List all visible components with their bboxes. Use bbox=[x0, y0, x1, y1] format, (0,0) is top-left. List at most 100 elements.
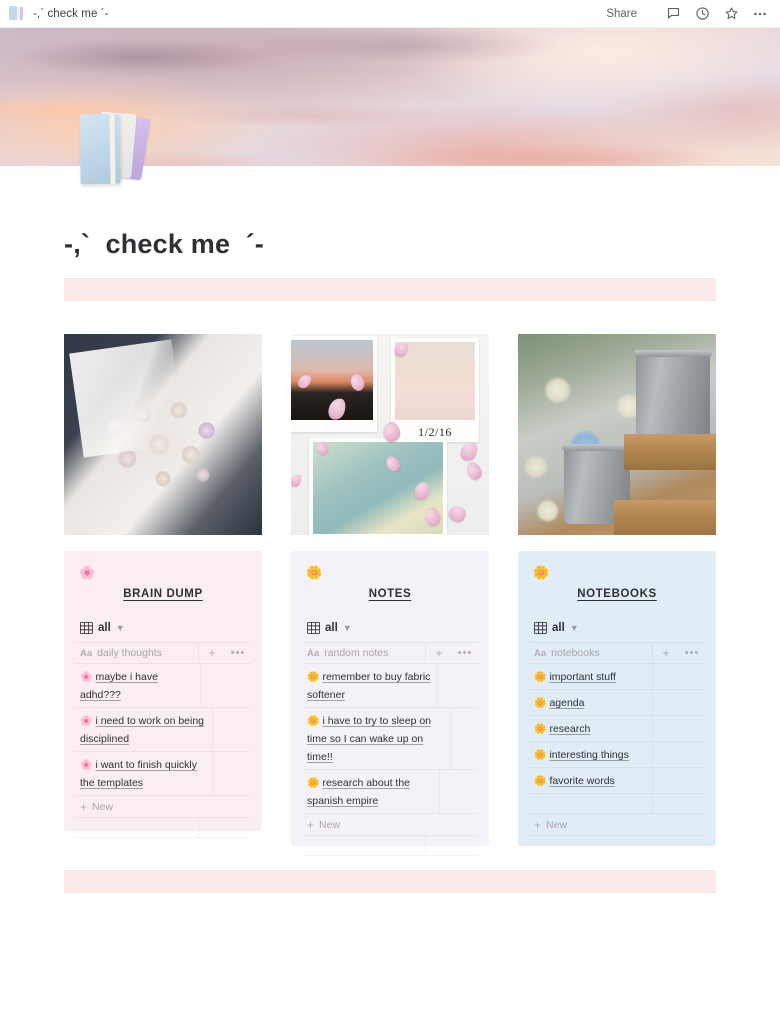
table-row[interactable]: 🌸 maybe i have adhd??? bbox=[75, 664, 251, 708]
row-flower-icon: 🌼 bbox=[534, 724, 547, 735]
table-row[interactable]: 🌼 important stuff bbox=[529, 664, 705, 690]
row-flower-icon: 🌼 bbox=[307, 778, 320, 789]
row-title-cell[interactable]: 🌸 maybe i have adhd??? bbox=[75, 664, 202, 707]
row-title-cell[interactable]: 🌼 agenda bbox=[529, 690, 653, 715]
row-empty-cell bbox=[653, 716, 705, 741]
card-flower-icon: 🌸 bbox=[79, 565, 96, 580]
cover-cloud-band-top bbox=[0, 32, 780, 78]
row-flower-icon: 🌼 bbox=[307, 716, 320, 727]
database-card-notebooks: 🌼 NOTEBOOKS all ▼ Aa notebooks + ••• 🌼 i… bbox=[518, 551, 716, 846]
add-column-button[interactable]: + bbox=[426, 646, 452, 660]
row-title-cell[interactable]: 🌼 research about the spanish empire bbox=[302, 770, 441, 813]
tab-favicon-notebooks-icon bbox=[9, 6, 24, 21]
new-row-label: New bbox=[319, 818, 341, 831]
column-header-cell[interactable]: Aa random notes bbox=[302, 643, 426, 663]
page-content-column: -,` check me ´- 1/2/16 🌸 BRAIN DUMP all … bbox=[64, 166, 716, 988]
column-header-cell[interactable]: Aa daily thoughts bbox=[75, 643, 199, 663]
column-header-cell[interactable]: Aa notebooks bbox=[529, 643, 653, 663]
table-row[interactable]: 🌼 research about the spanish empire bbox=[302, 770, 478, 814]
add-column-button[interactable]: + bbox=[199, 646, 225, 660]
title-property-icon: Aa bbox=[307, 647, 320, 659]
row-title-cell[interactable]: 🌼 favorite words bbox=[529, 768, 653, 793]
table-row[interactable]: 🌼 i have to try to sleep on time so I can… bbox=[302, 708, 478, 770]
row-title-cell[interactable]: 🌼 i have to try to sleep on time so I can… bbox=[302, 708, 452, 769]
plus-icon: + bbox=[534, 817, 542, 832]
row-empty-cell bbox=[201, 664, 251, 707]
column-header-label: daily thoughts bbox=[97, 647, 162, 659]
table-grid-icon bbox=[307, 622, 320, 634]
card-flower-icon: 🌼 bbox=[533, 565, 550, 580]
table-row[interactable]: 🌸 i need to work on being disciplined bbox=[75, 708, 251, 752]
star-icon[interactable] bbox=[721, 4, 741, 24]
row-empty-cell bbox=[653, 664, 705, 689]
row-title-cell[interactable]: 🌼 interesting things bbox=[529, 742, 653, 767]
pink-callout-block-bottom[interactable] bbox=[64, 871, 716, 892]
table-grid-icon bbox=[534, 622, 547, 634]
row-flower-icon: 🌸 bbox=[80, 716, 93, 727]
pink-callout-block-top[interactable] bbox=[64, 279, 716, 300]
column-header-label: notebooks bbox=[551, 647, 600, 659]
row-text: research about the spanish empire bbox=[307, 777, 411, 807]
card-title-brain-dump[interactable]: BRAIN DUMP bbox=[75, 588, 251, 600]
metal-bucket-top bbox=[634, 350, 712, 438]
view-name: all bbox=[98, 622, 111, 634]
comment-icon[interactable] bbox=[663, 4, 683, 24]
page-bottom-empty-space bbox=[64, 893, 716, 988]
row-text: remember to buy fabric softener bbox=[307, 671, 431, 701]
view-name: all bbox=[552, 622, 565, 634]
row-title-cell[interactable]: 🌼 research bbox=[529, 716, 653, 741]
title-property-icon: Aa bbox=[534, 647, 547, 659]
row-empty-cell bbox=[438, 664, 478, 707]
history-clock-icon[interactable] bbox=[692, 4, 712, 24]
add-column-button[interactable]: + bbox=[653, 646, 679, 660]
database-view-selector[interactable]: all ▼ bbox=[529, 622, 705, 634]
row-empty-cell bbox=[213, 708, 251, 751]
row-title-cell[interactable]: 🌸 i need to work on being disciplined bbox=[75, 708, 214, 751]
share-button[interactable]: Share bbox=[606, 8, 637, 20]
page-icon-notebooks-icon[interactable] bbox=[76, 111, 162, 192]
database-view-selector[interactable]: all ▼ bbox=[302, 622, 478, 634]
table-row[interactable]: 🌸 i want to finish quickly the templates bbox=[75, 752, 251, 796]
card-title-notes[interactable]: NOTES bbox=[302, 588, 478, 600]
title-property-icon: Aa bbox=[80, 647, 93, 659]
database-header-row: Aa random notes + ••• bbox=[302, 642, 478, 664]
gallery-image-polaroid-photos-with-petals[interactable]: 1/2/16 bbox=[291, 334, 489, 535]
table-row[interactable]: 🌼 research bbox=[529, 716, 705, 742]
column-more-options-icon[interactable]: ••• bbox=[679, 647, 705, 659]
database-cards-row: 🌸 BRAIN DUMP all ▼ Aa daily thoughts + •… bbox=[64, 551, 716, 856]
table-row[interactable]: 🌼 remember to buy fabric softener bbox=[302, 664, 478, 708]
gallery-image-bouquet-of-pastel-roses-in-car[interactable] bbox=[64, 334, 262, 535]
row-text: interesting things bbox=[549, 749, 629, 761]
database-view-selector[interactable]: all ▼ bbox=[75, 622, 251, 634]
table-row[interactable]: 🌼 interesting things bbox=[529, 742, 705, 768]
new-row-button[interactable]: + New bbox=[302, 814, 478, 836]
row-title-cell[interactable]: 🌸 i want to finish quickly the templates bbox=[75, 752, 215, 795]
tab-title[interactable]: -,` check me ´- bbox=[33, 8, 109, 20]
row-text: i want to finish quickly the templates bbox=[80, 759, 197, 789]
database-header-row: Aa notebooks + ••• bbox=[529, 642, 705, 664]
more-options-icon[interactable] bbox=[750, 4, 770, 24]
page-body: -,` check me ´- 1/2/16 🌸 BRAIN DUMP all … bbox=[0, 166, 780, 988]
row-empty-cell bbox=[451, 708, 478, 769]
table-row[interactable]: 🌼 agenda bbox=[529, 690, 705, 716]
gallery-image-hydrangeas-in-metal-buckets[interactable] bbox=[518, 334, 716, 535]
new-row-button[interactable]: + New bbox=[75, 796, 251, 818]
card-title-notebooks[interactable]: NOTEBOOKS bbox=[529, 588, 705, 600]
image-gallery-row: 1/2/16 bbox=[64, 334, 716, 535]
column-header-label: random notes bbox=[324, 647, 389, 659]
row-title-cell[interactable]: 🌼 important stuff bbox=[529, 664, 653, 689]
row-title-cell[interactable]: 🌼 remember to buy fabric softener bbox=[302, 664, 439, 707]
row-empty-cell bbox=[214, 752, 251, 795]
chevron-down-icon: ▼ bbox=[569, 622, 579, 633]
row-text: favorite words bbox=[549, 775, 615, 787]
row-text: agenda bbox=[549, 697, 585, 709]
table-row[interactable]: 🌼 favorite words bbox=[529, 768, 705, 794]
new-row-button[interactable]: + New bbox=[529, 814, 705, 836]
row-text: important stuff bbox=[549, 671, 616, 683]
new-row-label: New bbox=[92, 800, 114, 813]
column-more-options-icon[interactable]: ••• bbox=[452, 647, 478, 659]
column-more-options-icon[interactable]: ••• bbox=[225, 647, 251, 659]
wooden-crate-lower bbox=[614, 500, 716, 535]
row-text: i have to try to sleep on time so I can … bbox=[307, 715, 432, 763]
row-empty-cell bbox=[653, 768, 705, 793]
